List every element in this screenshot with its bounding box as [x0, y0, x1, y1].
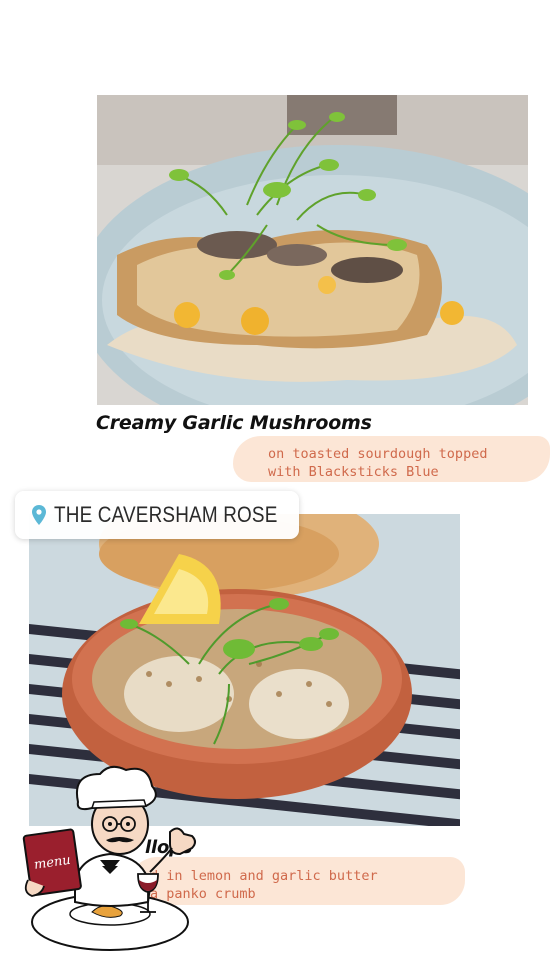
dish-title: Creamy Garlic Mushrooms	[96, 412, 372, 434]
chef-with-menu-icon[interactable]: menu	[20, 762, 205, 957]
description-line: with Blacksticks Blue	[268, 464, 439, 480]
dish-description: on toasted sourdough topped with Blackst…	[268, 445, 487, 481]
mushrooms-photo	[97, 95, 528, 405]
map-pin-icon	[32, 505, 46, 525]
location-sticker[interactable]: THE CAVERSHAM ROSE	[15, 491, 299, 539]
description-line: on toasted sourdough topped	[268, 446, 488, 462]
location-label: THE CAVERSHAM ROSE	[54, 502, 278, 527]
